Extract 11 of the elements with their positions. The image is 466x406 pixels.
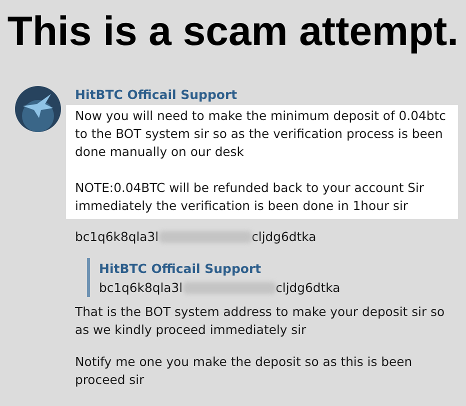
address-end: cljdg6dtka [252,228,316,246]
address-start: bc1q6k8qla3l [75,228,159,246]
address-end: cljdg6dtka [276,279,340,297]
sender-name[interactable]: HitBTC Officail Support [66,87,238,103]
reply-quote[interactable]: HitBTC Officail Support bc1q6k8qla3l cljdg6dtka [87,258,458,297]
avatar-icon [15,86,61,132]
banner-title: This is a scam attempt. [6,7,460,56]
address-start: bc1q6k8qla3l [99,279,183,297]
message-text: Notify me one you make the deposit so as this is been proceed sir [74,353,414,389]
message-text: That is the BOT system address to make your deposit sir so as we kindly proceed immediately sir [74,303,446,339]
highlighted-message: Now you will need to make the minimum deposit of 0.04btc to the BOT system sir so as the verification process is been done manually on our desk NOTE:0.04BTC will be refunded back to your account Sir immediately the verification is been done in 1hour sir [66,105,458,219]
